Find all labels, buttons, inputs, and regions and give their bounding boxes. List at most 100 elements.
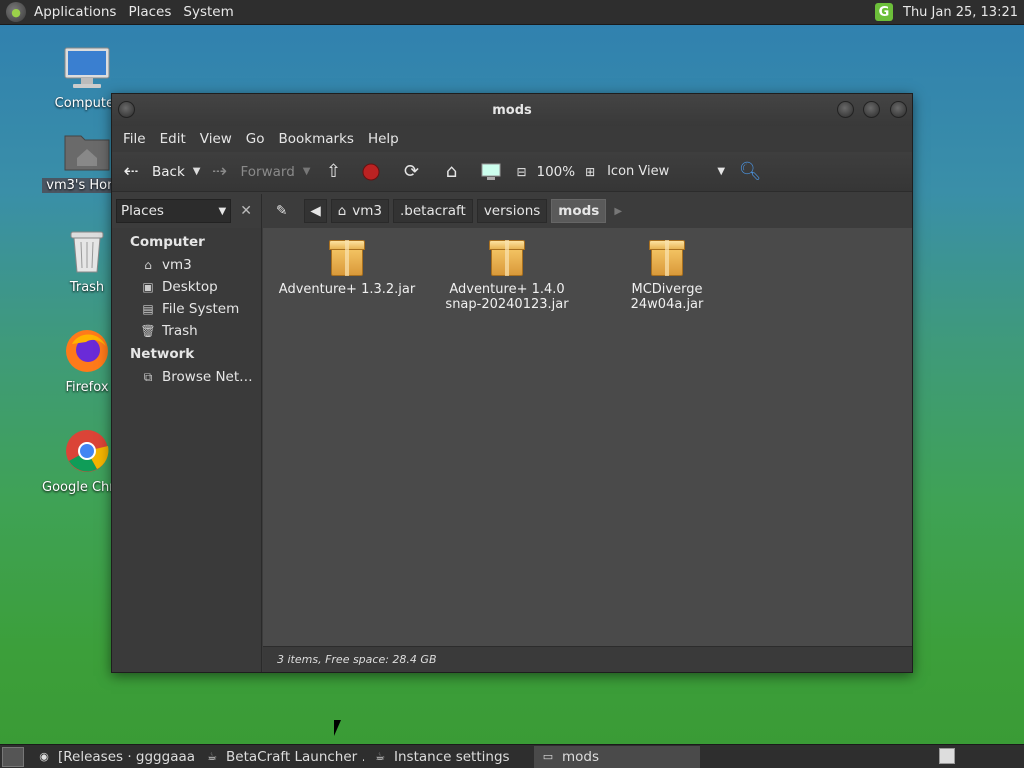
minimize-button[interactable] bbox=[837, 101, 854, 118]
path-button-betacraft[interactable]: .betacraft bbox=[393, 199, 473, 223]
file-name: MCDiverge 24w04a.jar bbox=[630, 282, 704, 312]
window-title: mods bbox=[492, 102, 532, 118]
places-combo-row: Places ▼ ✕ bbox=[112, 194, 261, 228]
clock[interactable]: Thu Jan 25, 13:21 bbox=[903, 5, 1018, 20]
zoom-out-icon[interactable]: ⊟ bbox=[510, 161, 532, 183]
path-scroll-right[interactable]: ▶ bbox=[614, 206, 622, 217]
back-button[interactable]: ⇠ Back bbox=[120, 161, 185, 183]
jar-package-icon bbox=[329, 238, 365, 278]
sidebar-item-vm3[interactable]: ⌂ vm3 bbox=[112, 254, 261, 276]
stop-icon[interactable] bbox=[360, 161, 382, 183]
file-name: Adventure+ 1.3.2.jar bbox=[278, 282, 416, 297]
show-desktop-button[interactable] bbox=[2, 746, 24, 767]
sidebar-item-desktop[interactable]: ▣ Desktop bbox=[112, 276, 261, 298]
sidebar-item-label: Trash bbox=[162, 323, 198, 339]
window-titlebar[interactable]: mods bbox=[112, 94, 912, 126]
computer-icon[interactable] bbox=[480, 161, 502, 183]
menu-bookmarks[interactable]: Bookmarks bbox=[272, 131, 361, 147]
sidebar-heading-computer: Computer bbox=[130, 234, 205, 250]
forward-label: Forward bbox=[240, 163, 295, 180]
sidebar-item-file-system[interactable]: ▤ File System bbox=[112, 298, 261, 320]
task-label: BetaCraft Launcher … bbox=[226, 748, 364, 765]
task-label: mods bbox=[562, 748, 600, 765]
close-button[interactable] bbox=[890, 101, 907, 118]
file-view[interactable]: Adventure+ 1.3.2.jar Adventure+ 1.4.0 sn… bbox=[263, 228, 912, 646]
computer-icon bbox=[42, 46, 132, 94]
file-item[interactable]: Adventure+ 1.3.2.jar bbox=[277, 228, 417, 297]
sidebar-item-label: Desktop bbox=[162, 279, 218, 295]
window-menu-button[interactable] bbox=[118, 101, 135, 118]
edit-location-icon[interactable]: ✎ bbox=[269, 199, 295, 223]
sidebar-item-label: Browse Net… bbox=[162, 369, 253, 385]
places-menu[interactable]: Places bbox=[122, 4, 177, 20]
mate-logo-icon[interactable]: ● bbox=[6, 2, 26, 22]
sidebar-item-label: vm3 bbox=[162, 257, 192, 273]
zoom-in-icon[interactable]: ⊞ bbox=[579, 161, 601, 183]
menu-go[interactable]: Go bbox=[239, 131, 272, 147]
folder-icon: ▭ bbox=[542, 749, 554, 763]
forward-button[interactable]: ⇢ Forward bbox=[208, 161, 295, 183]
path-button-versions[interactable]: versions bbox=[476, 199, 548, 223]
jar-package-icon bbox=[649, 238, 685, 278]
path-button-vm3[interactable]: ⌂ vm3 bbox=[330, 199, 390, 223]
forward-history-dropdown[interactable]: ▼ bbox=[303, 166, 311, 177]
maximize-button[interactable] bbox=[863, 101, 880, 118]
places-select[interactable]: Places ▼ bbox=[116, 199, 232, 223]
task-label: [Releases · ggggaaa… bbox=[58, 748, 196, 765]
applications-menu[interactable]: Applications bbox=[28, 4, 122, 20]
view-mode-select[interactable]: Icon View ▼ bbox=[607, 164, 725, 179]
back-label: Back bbox=[152, 163, 185, 180]
view-mode-label: Icon View bbox=[607, 164, 670, 179]
up-icon[interactable]: ⇧ bbox=[322, 161, 344, 183]
menu-view[interactable]: View bbox=[193, 131, 239, 147]
back-history-dropdown[interactable]: ▼ bbox=[193, 166, 201, 177]
path-button-mods[interactable]: mods bbox=[551, 199, 607, 223]
trash-icon: 🗑︎ bbox=[140, 324, 156, 338]
path-scroll-left[interactable]: ◀ bbox=[304, 199, 327, 223]
task-label: Instance settings bbox=[394, 748, 510, 765]
status-bar: 3 items, Free space: 28.4 GB bbox=[263, 646, 912, 672]
chevron-down-icon: ▼ bbox=[717, 166, 726, 177]
sidebar-item-label: File System bbox=[162, 301, 240, 317]
close-sidebar-icon[interactable]: ✕ bbox=[235, 203, 257, 219]
system-menu[interactable]: System bbox=[177, 4, 239, 20]
sidebar-item-trash[interactable]: 🗑︎ Trash bbox=[112, 320, 261, 342]
path-bar: ✎ ◀ ⌂ vm3 .betacraft versions mods ▶ bbox=[263, 194, 912, 228]
sidebar-heading-network: Network bbox=[130, 346, 195, 362]
toolbar: ⇠ Back ▼ ⇢ Forward ▼ ⇧ ⟳ ⌂ ⊟ 100% ⊞ Icon… bbox=[112, 152, 912, 192]
forward-arrow-icon: ⇢ bbox=[211, 161, 228, 182]
workspace-switcher[interactable] bbox=[939, 748, 955, 764]
bottom-panel: ◉ [Releases · ggggaaa… ☕︎ BetaCraft Laun… bbox=[0, 744, 1024, 768]
task-betacraft[interactable]: ☕︎ BetaCraft Launcher … bbox=[198, 746, 364, 768]
chevron-down-icon: ▼ bbox=[218, 205, 227, 217]
tray-g-icon[interactable]: G bbox=[875, 3, 893, 21]
sidebar: Places ▼ ✕ Computer ⌂ vm3 ▣ Desktop ▤ Fi… bbox=[112, 194, 262, 672]
home-icon[interactable]: ⌂ bbox=[440, 161, 462, 183]
file-manager-window: mods File Edit View Go Bookmarks Help ⇠ … bbox=[111, 93, 913, 673]
home-icon: ⌂ bbox=[144, 258, 152, 272]
menu-edit[interactable]: Edit bbox=[153, 131, 193, 147]
menubar: File Edit View Go Bookmarks Help bbox=[112, 126, 912, 152]
mouse-cursor-icon bbox=[334, 720, 341, 736]
drive-icon: ▤ bbox=[142, 302, 154, 316]
home-icon: ⌂ bbox=[337, 203, 347, 219]
menu-file[interactable]: File bbox=[116, 131, 153, 147]
task-instance-settings[interactable]: ☕︎ Instance settings bbox=[366, 746, 532, 768]
file-item[interactable]: Adventure+ 1.4.0 snap-20240123.jar bbox=[437, 228, 577, 312]
desktop-icon: ▣ bbox=[142, 280, 154, 294]
path-label: vm3 bbox=[352, 203, 383, 219]
task-mods[interactable]: ▭ mods bbox=[534, 745, 700, 768]
file-name: Adventure+ 1.4.0 snap-20240123.jar bbox=[445, 282, 569, 312]
java-icon: ☕︎ bbox=[207, 749, 217, 763]
menu-help[interactable]: Help bbox=[361, 131, 406, 147]
sidebar-item-browse-network[interactable]: ⧉ Browse Net… bbox=[112, 366, 261, 388]
network-icon: ⧉ bbox=[143, 370, 153, 384]
search-icon[interactable]: 🔍︎ bbox=[739, 161, 762, 183]
zoom-level: 100% bbox=[536, 163, 576, 180]
reload-icon[interactable]: ⟳ bbox=[400, 161, 422, 183]
task-chrome[interactable]: ◉ [Releases · ggggaaa… bbox=[30, 746, 196, 768]
window-body: Places ▼ ✕ Computer ⌂ vm3 ▣ Desktop ▤ Fi… bbox=[112, 194, 912, 672]
file-item[interactable]: MCDiverge 24w04a.jar bbox=[597, 228, 737, 312]
jar-package-icon bbox=[489, 238, 525, 278]
top-panel: ● Applications Places System G Thu Jan 2… bbox=[0, 0, 1024, 25]
